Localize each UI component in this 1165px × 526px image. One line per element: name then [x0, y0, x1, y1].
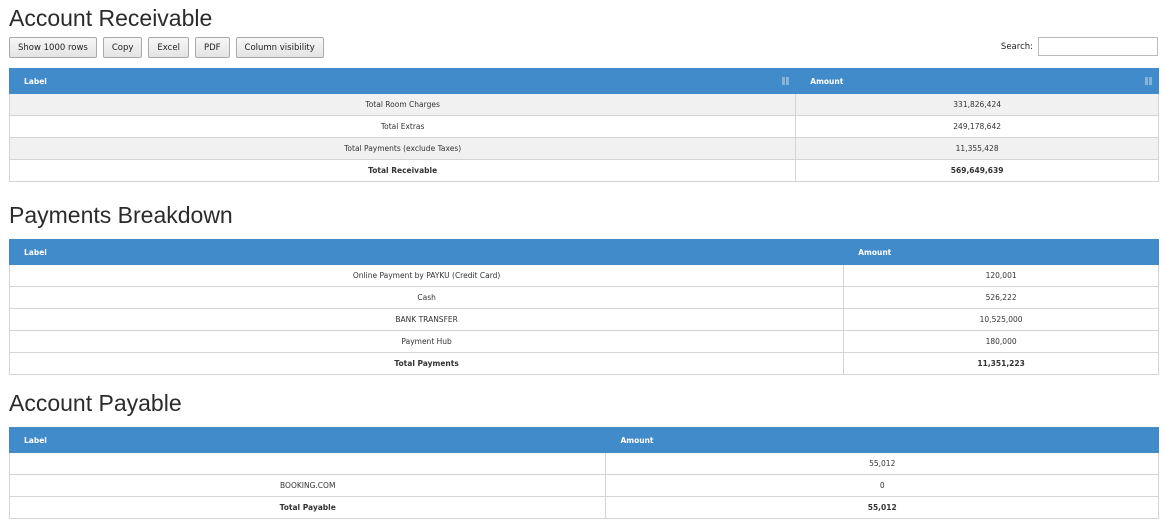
row-label: BOOKING.COM	[8, 474, 607, 497]
row-label: Payment Hub	[8, 330, 845, 353]
show-rows-button[interactable]: Show 1000 rows	[9, 37, 97, 58]
column-header-label-text: Label	[24, 76, 47, 86]
table-row: 55,012	[8, 452, 1159, 475]
search-box: Search:	[1001, 37, 1158, 56]
total-row: Total Receivable 569,649,639	[8, 159, 1159, 182]
row-amount: 120,001	[843, 264, 1159, 287]
row-amount: 55,012	[605, 496, 1159, 519]
column-header-label[interactable]: Label	[8, 68, 797, 94]
row-amount: 10,525,000	[843, 308, 1159, 331]
payments-table: Label Amount Online Payment by PAYKU (Cr…	[8, 239, 1159, 375]
column-visibility-button[interactable]: Column visibility	[235, 37, 324, 58]
table-row: Total Extras 249,178,642	[8, 115, 1159, 138]
row-amount: 180,000	[843, 330, 1159, 353]
sort-icon[interactable]	[782, 77, 790, 85]
table-row: Total Room Charges 331,826,424	[8, 93, 1159, 116]
row-amount: 249,178,642	[795, 115, 1159, 138]
row-amount: 526,222	[843, 286, 1159, 309]
column-header-label: Label	[8, 427, 607, 453]
table-row: Cash 526,222	[8, 286, 1159, 309]
row-label: Cash	[8, 286, 845, 309]
account-payable-title: Account Payable	[9, 390, 182, 416]
row-amount: 0	[605, 474, 1159, 497]
row-amount: 331,826,424	[795, 93, 1159, 116]
row-label: Total Room Charges	[8, 93, 797, 116]
receivable-table: Label Amount Total Room Charges 331,826,…	[8, 68, 1159, 182]
row-label: BANK TRANSFER	[8, 308, 845, 331]
column-header-amount[interactable]: Amount	[795, 68, 1159, 94]
row-label: Online Payment by PAYKU (Credit Card)	[8, 264, 845, 287]
payments-breakdown-title: Payments Breakdown	[9, 202, 233, 228]
pdf-button[interactable]: PDF	[194, 37, 230, 58]
row-label: Total Payments (exclude Taxes)	[8, 137, 797, 160]
column-header-amount: Amount	[605, 427, 1159, 453]
row-label: Total Receivable	[8, 159, 797, 182]
search-input[interactable]	[1038, 37, 1158, 56]
export-toolbar: Show 1000 rows Copy Excel PDF Column vis…	[9, 37, 324, 58]
row-label: Total Payable	[8, 496, 607, 519]
table-row: Total Payments (exclude Taxes) 11,355,42…	[8, 137, 1159, 160]
column-header-amount-text: Amount	[810, 76, 844, 86]
sort-icon[interactable]	[1145, 77, 1152, 85]
copy-button[interactable]: Copy	[102, 37, 143, 58]
table-row: BOOKING.COM 0	[8, 474, 1159, 497]
table-row: Online Payment by PAYKU (Credit Card) 12…	[8, 264, 1159, 287]
row-label: Total Payments	[8, 352, 845, 375]
row-amount: 569,649,639	[795, 159, 1159, 182]
row-amount: 11,351,223	[843, 352, 1159, 375]
row-amount: 11,355,428	[795, 137, 1159, 160]
payable-table: Label Amount 55,012 BOOKING.COM 0 Total …	[8, 427, 1159, 519]
table-row: BANK TRANSFER 10,525,000	[8, 308, 1159, 331]
row-amount: 55,012	[605, 452, 1159, 475]
search-label: Search:	[1000, 41, 1033, 52]
column-header-label: Label	[8, 239, 845, 265]
row-label: Total Extras	[8, 115, 797, 138]
account-receivable-title: Account Receivable	[9, 5, 213, 31]
excel-button[interactable]: Excel	[148, 37, 189, 58]
total-row: Total Payable 55,012	[8, 496, 1159, 519]
column-header-amount: Amount	[843, 239, 1159, 265]
table-row: Payment Hub 180,000	[8, 330, 1159, 353]
row-label	[8, 452, 607, 475]
total-row: Total Payments 11,351,223	[8, 352, 1159, 375]
